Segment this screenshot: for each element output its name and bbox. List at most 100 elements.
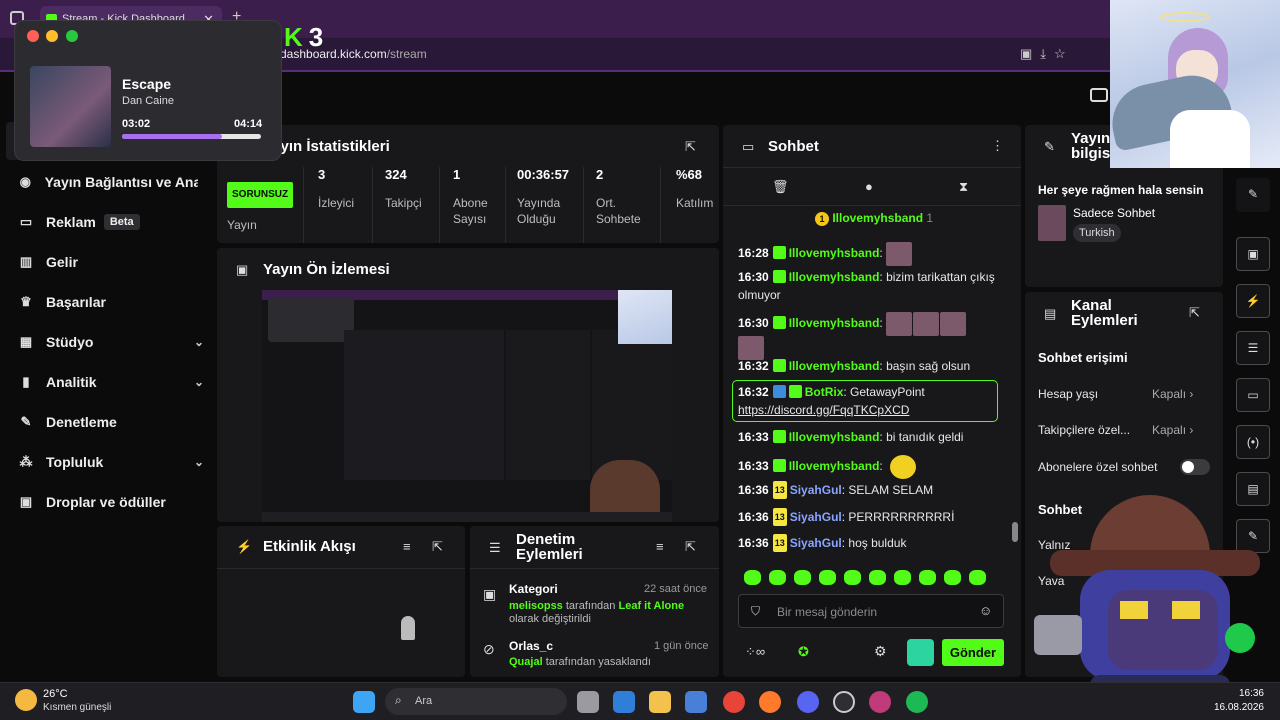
sidebar-item-community[interactable]: ⁂ Topluluk ⌄	[18, 454, 205, 470]
close-window-icon[interactable]	[27, 30, 39, 42]
list-widget-icon[interactable]: ☰	[1236, 331, 1270, 365]
expand-icon[interactable]: ⇱	[685, 139, 696, 155]
weather-text[interactable]: Kısmen güneşli	[43, 702, 111, 713]
chat-widget-icon[interactable]: ▭	[1236, 378, 1270, 412]
sidebar-item-moderation[interactable]: ✎ Denetleme	[18, 414, 198, 430]
lightning-widget-icon[interactable]: ⚡	[1236, 284, 1270, 318]
spotify-icon[interactable]	[906, 691, 928, 713]
chat-message[interactable]: 16:33 Illovemyhsband: bi tanıdık geldi	[738, 428, 1003, 446]
temperature[interactable]: 26°C	[43, 688, 68, 700]
preview-widget-icon[interactable]: ▣	[1236, 237, 1270, 271]
studio-icon: ▦	[19, 334, 33, 349]
discord-icon[interactable]	[797, 691, 819, 713]
file-explorer-icon[interactable]	[649, 691, 671, 713]
chat-message[interactable]: 16:32 Illovemyhsband: başın sağ olsun	[738, 357, 1003, 375]
send-button[interactable]: Gönder	[942, 639, 1004, 666]
hourglass-icon[interactable]: ⧗	[959, 179, 968, 195]
chat-scrollbar[interactable]	[1012, 522, 1018, 542]
chat-message-bot[interactable]: 16:32 BotRix: GetawayPoint https://discor…	[738, 383, 1003, 419]
sidebar-item-ads[interactable]: ▭ Reklam Beta	[18, 214, 198, 230]
sidebar-item-stream-key[interactable]: ◉Yayın Bağlantısı ve Anahtar	[18, 174, 198, 190]
chat-tools-icon[interactable]: ⁘∞	[745, 644, 765, 660]
preview-content	[344, 330, 504, 480]
pinned-user[interactable]: 1 Illovemyhsband 1	[815, 211, 933, 226]
stat-viewers: 3 İzleyici	[318, 167, 355, 210]
outlook-icon[interactable]	[613, 691, 635, 713]
bookmark-star-icon[interactable]: ☆	[1054, 46, 1074, 61]
firefox-icon[interactable]	[759, 691, 781, 713]
pip-icon[interactable]: ▣	[1020, 46, 1040, 61]
chat-message[interactable]: 16:28 Illovemyhsband:	[738, 242, 1003, 266]
followers-only-value[interactable]: Kapalı ›	[1152, 423, 1193, 437]
track-progress-bar[interactable]	[122, 134, 261, 139]
windows-start-icon[interactable]	[353, 691, 375, 713]
total-time: 04:14	[234, 118, 263, 130]
subscriber-badge-icon	[772, 246, 786, 260]
stat-uptime: 00:36:57 Yayında Olduğu	[517, 167, 570, 226]
sidebar-item-analytics[interactable]: ▮ Analitik ⌄	[18, 374, 204, 390]
sidebar-item-revenue[interactable]: ▥ Gelir	[18, 254, 198, 270]
globe-icon: ◉	[19, 174, 31, 189]
subscribers-only-toggle[interactable]	[1180, 459, 1210, 475]
weather-icon[interactable]	[15, 689, 37, 711]
chat-message[interactable]: 16:30 Illovemyhsband:	[738, 312, 1003, 360]
subscriber-badge-icon	[772, 316, 786, 330]
stat-divider	[439, 167, 440, 243]
store-icon[interactable]	[685, 691, 707, 713]
expand-icon[interactable]: ⇱	[685, 539, 696, 555]
account-age-value[interactable]: Kapalı ›	[1152, 387, 1193, 401]
filter-icon[interactable]: ≡	[403, 539, 411, 554]
edit-icon[interactable]: ✎	[1236, 178, 1270, 212]
chrome-icon[interactable]	[723, 691, 745, 713]
followers-only-row[interactable]: Takipçilere özel...	[1038, 423, 1130, 437]
account-age-row[interactable]: Hesap yaşı	[1038, 387, 1098, 401]
channel-actions-title: Kanal Eylemleri	[1071, 297, 1138, 329]
chat-input[interactable]: ⛉ Bir mesaj gönderin ☺	[738, 594, 1004, 628]
maximize-window-icon[interactable]	[66, 30, 78, 42]
emote-icon	[869, 570, 886, 585]
chat-message[interactable]: 16:33 Illovemyhsband:	[738, 455, 1003, 479]
minimize-window-icon[interactable]	[46, 30, 58, 42]
trash-icon[interactable]: 🗑	[772, 179, 789, 195]
stream-preview-video[interactable]	[262, 290, 672, 522]
emote-icon	[744, 570, 761, 585]
expand-icon[interactable]: ⇱	[432, 539, 443, 555]
obs-icon[interactable]	[833, 691, 855, 713]
kick-points-icon[interactable]: ✪	[798, 644, 809, 660]
preview-anime-art	[618, 290, 672, 344]
filter-icon[interactable]: ≡	[656, 539, 664, 554]
broadcast-widget-icon[interactable]: (•)	[1236, 425, 1270, 459]
chat-message[interactable]: 16:36 13 SiyahGul: PERRRRRRRRRRİ	[738, 508, 1003, 526]
chat-message[interactable]: 16:36 13 SiyahGul: hoş bulduk	[738, 534, 1003, 552]
sidebar-item-drops[interactable]: ▣ Droplar ve ödüller	[18, 494, 198, 510]
emote-icon	[794, 570, 811, 585]
chat-message[interactable]: 16:30 Illovemyhsband: bizim tarikattan çı…	[738, 268, 1003, 304]
chat-bubble-icon[interactable]: ●	[865, 179, 873, 194]
chevron-down-icon: ⌄	[193, 375, 204, 389]
more-options-icon[interactable]: ⋮	[991, 138, 1004, 154]
emote-bar[interactable]	[744, 570, 1009, 590]
kick-logo[interactable]: K3	[284, 22, 323, 53]
status-badge: SORUNSUZ	[227, 182, 294, 208]
album-art	[30, 66, 111, 147]
emote-icon	[944, 570, 961, 585]
expand-icon[interactable]: ⇱	[1189, 305, 1200, 321]
clock-time[interactable]: 16:36	[1222, 688, 1264, 699]
settings-gear-icon[interactable]: ⚙	[874, 643, 887, 660]
download-icon[interactable]: ⤓	[1040, 46, 1054, 61]
theater-mode-icon[interactable]	[1090, 88, 1108, 102]
stats-title: Yayın İstatistikleri	[263, 138, 390, 155]
firefox-dev-icon[interactable]	[869, 691, 891, 713]
sidebar-item-studio[interactable]: ▦ Stüdyo ⌄	[18, 334, 204, 350]
taskbar-search[interactable]: ⌕ Ara	[385, 688, 567, 715]
emoji-icon[interactable]: ☺	[979, 603, 992, 618]
preview-icon: ▣	[236, 262, 249, 277]
task-view-icon[interactable]	[577, 691, 599, 713]
stat-avg-chat: 2 Ort. Sohbete	[596, 167, 641, 226]
chat-message[interactable]: 16:36 13 SiyahGul: SELAM SELAM	[738, 481, 1003, 499]
halo-shape	[1160, 12, 1210, 22]
sidebar-item-achievements[interactable]: ♛ Başarılar	[18, 294, 198, 310]
mod-entry-detail: Quajal tarafından yasaklandı	[509, 656, 651, 668]
clock-date[interactable]: 16.08.2026	[1206, 702, 1264, 713]
boost-icon[interactable]	[907, 639, 934, 666]
